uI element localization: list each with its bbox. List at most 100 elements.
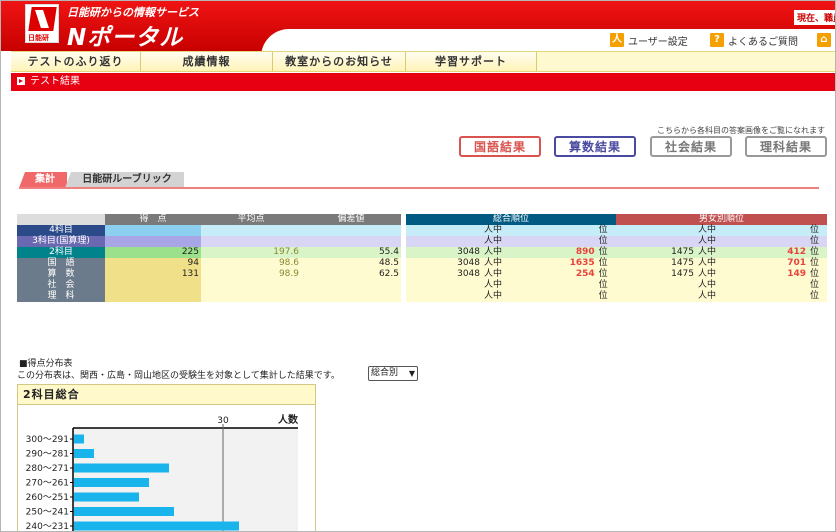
unit-label: 人中 [484,258,503,268]
score-table: 得 点 平均点 偏差値 4科目 3科目(国算理) 2科目 225 197.6 5… [17,214,401,302]
social-result-button[interactable]: 社会結果 [650,136,732,157]
unit-label: 位 [810,225,820,235]
unit-label: 人中 [698,247,717,257]
chart-title: 2科目総合 [18,385,315,405]
x-axis-label: 人数 [278,413,299,426]
avg-cell: 98.9 [201,269,301,280]
unit-label: 人中 [698,291,717,301]
avg-cell [201,225,301,236]
gender-rank [728,236,808,247]
dev-cell: 62.5 [301,269,401,280]
score-cell: 94 [105,258,201,269]
dev-cell [301,225,401,236]
nichinoken-logo[interactable]: 日能研 [25,4,59,43]
gender-rank [728,291,808,302]
person-icon: 人 [610,33,624,47]
gender-count [616,280,696,291]
gender-rank: 412 [787,247,807,257]
table-row: 3048 人中 890 位 1475 人中 412 位 [406,247,827,258]
gender-count [616,236,696,247]
nav-tab-test-review[interactable]: テストのふり返り [11,52,141,71]
gender-count: 1475 [671,247,694,257]
table-row: 人中 位 人中 位 [406,225,827,236]
unit-label: 人中 [698,236,717,246]
nav-tab-classroom-news[interactable]: 教室からのお知らせ [273,52,406,71]
page: 日能研 日能研からの情報サービス Nポータル 現在、職員 人 ユーザー設定 ? … [0,0,836,532]
bar [74,463,169,473]
tab-rubric[interactable]: 日能研ルーブリック [71,172,183,188]
breadcrumb: テスト結果 [11,73,835,91]
score-cell: 225 [105,247,201,258]
home-link[interactable]: ⌂ [817,32,835,48]
row-label: 国 語 [17,258,105,269]
chevron-down-icon: ▼ [408,369,415,378]
math-result-button[interactable]: 算数結果 [554,136,636,157]
unit-label: 位 [598,225,608,235]
avg-cell: 98.6 [201,258,301,269]
subject-note: こちらから各科目の答案画像をご覧になれます [657,126,825,135]
avg-cell: 197.6 [201,247,301,258]
total-rank [515,236,597,247]
unit-label: 人中 [484,236,503,246]
row-label: 理 科 [17,291,105,302]
category-label: 250～241 [26,508,69,518]
score-cell: 131 [105,269,201,280]
row-label: 4科目 [17,225,105,236]
tab-summary[interactable]: 集計 [25,172,65,188]
unit-label: 位 [810,291,820,301]
table-row: 国 語 94 98.6 48.5 [17,258,401,269]
category-label: 270～261 [26,479,69,489]
dev-cell [301,280,401,291]
total-rank: 1635 [569,258,595,268]
user-settings-label: ユーザー設定 [628,36,688,48]
table-row: 4科目 [17,225,401,236]
nav-tab-study-support[interactable]: 学習サポート [406,52,537,71]
gender-rank [728,280,808,291]
unit-label: 人中 [484,247,503,257]
question-icon: ? [710,33,724,47]
breadcrumb-label[interactable]: テスト結果 [30,76,80,87]
score-header-score: 得 点 [105,214,201,225]
nav-tab-grades[interactable]: 成績情報 [141,52,273,71]
dev-cell: 55.4 [301,247,401,258]
logo-text: 日能研 [28,34,49,42]
category-label: 260～251 [26,493,69,503]
dev-cell [301,291,401,302]
score-header-blank [17,214,105,225]
unit-label: 位 [598,236,608,246]
distribution-chart: 30 人数 300～291 290～281 280～271 270～261 260～251 2… [26,413,299,532]
unit-label: 人中 [484,225,503,235]
unit-label: 人中 [698,269,717,279]
avg-cell [201,236,301,247]
table-row: 2科目 225 197.6 55.4 [17,247,401,258]
total-count [406,291,482,302]
distribution-description: この分布表は、関西・広島・岡山地区の受験生を対象として集計した結果です。 [17,371,340,381]
gender-count: 1475 [671,269,694,279]
home-icon: ⌂ [817,33,831,47]
japanese-result-button[interactable]: 国語結果 [459,136,541,157]
total-count [406,280,482,291]
science-result-button[interactable]: 理科結果 [745,136,827,157]
unit-label: 位 [598,258,608,268]
gender-count: 1475 [671,258,694,268]
row-label: 社 会 [17,280,105,291]
dev-cell: 48.5 [301,258,401,269]
distribution-select[interactable]: 総合別 ▼ [368,366,418,381]
table-row: 社 会 [17,280,401,291]
bar [74,492,139,502]
user-settings-link[interactable]: 人 ユーザー設定 [610,32,688,48]
portal-title: Nポータル [67,25,184,51]
score-cell [105,236,201,247]
category-label: 240～231 [26,522,69,532]
gender-rank: 701 [787,258,807,268]
tab-underline [19,187,819,189]
total-count: 3048 [457,258,480,268]
total-count [406,236,482,247]
bar [74,434,84,444]
score-cell [105,291,201,302]
unit-label: 人中 [484,280,503,290]
main-nav: テストのふり返り 成績情報 教室からのお知らせ 学習サポート [11,51,835,72]
faq-link[interactable]: ? よくあるご質問 [710,32,798,48]
total-count: 3048 [457,247,480,257]
total-rank: 890 [575,247,595,257]
